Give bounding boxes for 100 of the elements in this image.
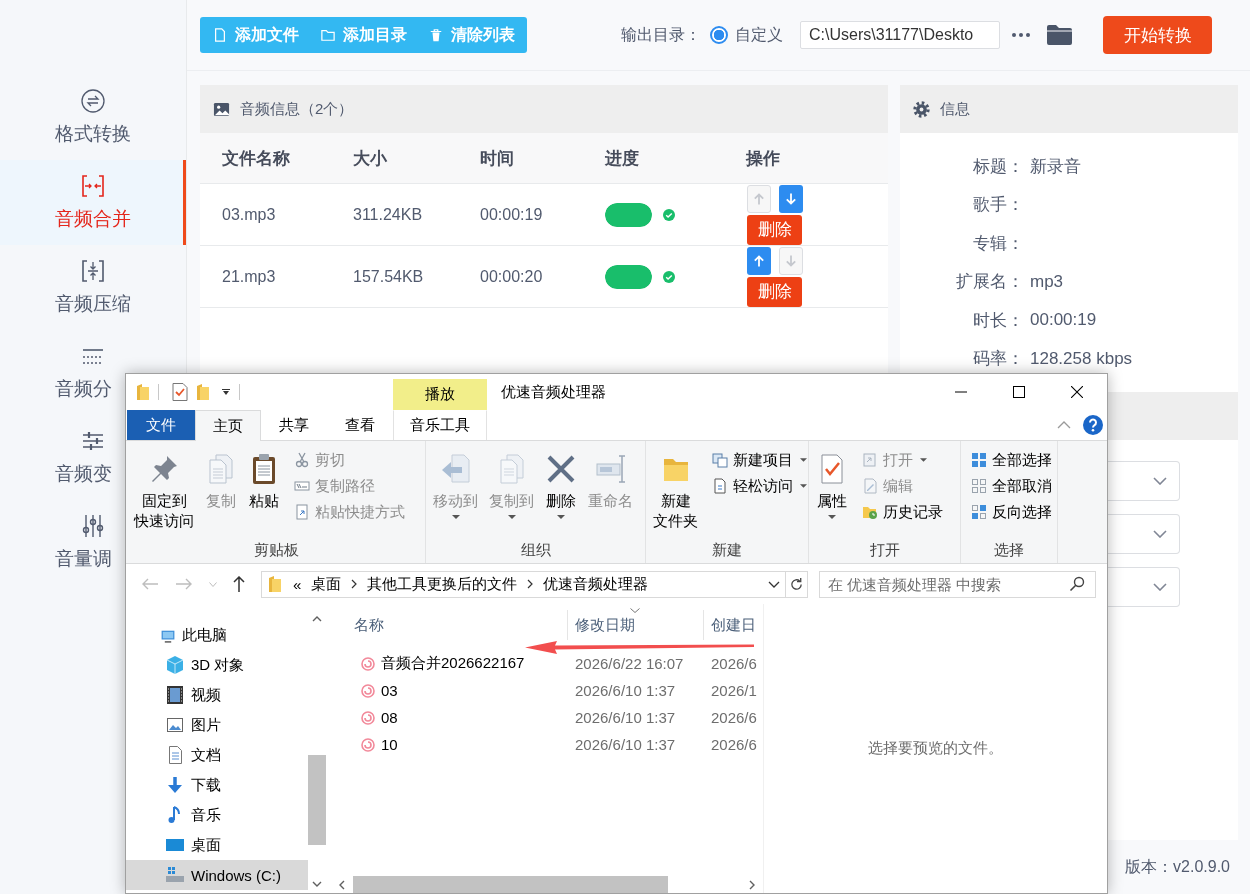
image-icon xyxy=(213,100,230,118)
tree-item[interactable]: 音乐 xyxy=(126,800,308,830)
chevron-up-icon[interactable] xyxy=(1057,421,1071,429)
shortcut-icon xyxy=(294,504,310,520)
overflow-mark[interactable]: « xyxy=(293,575,302,593)
delete-button[interactable]: 删除 xyxy=(747,214,802,245)
sidebar-item[interactable]: 音频压缩 xyxy=(55,245,131,330)
cube-icon xyxy=(165,655,185,675)
sidebar-item[interactable]: 音频变 xyxy=(55,415,112,500)
tree-item[interactable]: Windows (C:) xyxy=(126,860,308,890)
document-icon xyxy=(712,478,728,494)
tree-item[interactable]: 桌面 xyxy=(126,830,308,860)
move-up-button[interactable] xyxy=(747,246,771,275)
column-header[interactable]: 创建日 xyxy=(703,610,763,640)
horizontal-scrollbar[interactable] xyxy=(331,876,763,893)
tree-item[interactable]: 下载 xyxy=(126,770,308,800)
table-cell-text: 157.54KB xyxy=(352,267,425,286)
ribbon-button[interactable]: 轻松访问 xyxy=(710,475,809,497)
squares-icon xyxy=(712,452,728,468)
caret-down-icon[interactable] xyxy=(222,389,230,395)
path-field[interactable]: C:\Users\31177\Deskto xyxy=(800,21,1000,49)
column-header[interactable]: 修改日期 xyxy=(567,610,703,640)
ribbon-button[interactable]: 新建文件夹 xyxy=(650,449,701,531)
ribbon-tab[interactable]: 查看 xyxy=(327,410,393,440)
maximize-icon xyxy=(1013,386,1025,398)
field-value: 00:00:19 xyxy=(1030,310,1097,331)
group-label: 选择 xyxy=(993,541,1025,560)
ribbon-button[interactable]: 历史记录 xyxy=(860,501,945,523)
file-date: 2026/6 xyxy=(711,736,757,753)
path-icon xyxy=(294,478,310,494)
chevron-left-icon[interactable] xyxy=(339,879,345,890)
ribbon-button[interactable]: 全部取消 xyxy=(969,475,1054,497)
gear-icon xyxy=(913,100,930,118)
chevron-right-icon[interactable] xyxy=(749,879,755,890)
ribbon-tab[interactable]: 共享 xyxy=(261,410,327,440)
field-value: 128.258 kbps xyxy=(1030,348,1133,369)
ribbon-button[interactable]: 固定到快速访问 xyxy=(131,449,197,531)
more-icon[interactable] xyxy=(1012,33,1030,37)
output-label: 输出目录： xyxy=(621,24,701,45)
help-icon[interactable] xyxy=(1083,415,1103,435)
file-name[interactable]: 音频合并2026622167 xyxy=(381,654,525,673)
arrow-up-icon xyxy=(753,192,765,205)
ribbon-button[interactable]: 反向选择 xyxy=(969,501,1054,523)
checked-document-icon[interactable] xyxy=(172,383,188,401)
ribbon-button[interactable]: 粘贴 xyxy=(245,449,283,511)
context-tab-header: 播放 xyxy=(393,379,487,410)
field-value: mp3 xyxy=(1030,271,1064,292)
sidebar-item[interactable]: 音频分 xyxy=(55,330,112,415)
table-cell-text: 03.mp3 xyxy=(221,205,277,224)
sidebar-item[interactable]: 音频合并 xyxy=(0,160,186,245)
refresh-button[interactable] xyxy=(786,570,808,598)
group-label: 打开 xyxy=(868,541,901,560)
merge-icon xyxy=(81,174,105,198)
ribbon-tab[interactable]: 文件 xyxy=(127,410,195,440)
spiral-icon xyxy=(361,656,375,671)
delete-button[interactable]: 删除 xyxy=(747,276,802,307)
trash-icon xyxy=(429,28,443,42)
file-name[interactable]: 10 xyxy=(381,736,398,753)
chevron-right-icon[interactable] xyxy=(351,579,358,589)
file-date: 2026/1 xyxy=(711,682,757,699)
start-button[interactable]: 开始转换 xyxy=(1103,16,1212,54)
field-label: 专辑： xyxy=(972,232,1024,255)
chevron-down-icon[interactable] xyxy=(768,580,780,588)
folder-icon xyxy=(321,28,335,42)
chevron-up-icon[interactable] xyxy=(312,616,322,622)
folder-icon[interactable] xyxy=(1047,25,1072,45)
sidebar-item[interactable]: 音量调 xyxy=(55,500,112,585)
arrow-down-icon xyxy=(785,192,797,205)
chevron-right-icon[interactable] xyxy=(527,579,534,589)
scrollbar-thumb[interactable] xyxy=(308,755,326,845)
cross-icon xyxy=(545,453,577,485)
ribbon-button[interactable]: 全部选择 xyxy=(969,449,1054,471)
tree-item[interactable]: 文档 xyxy=(126,740,308,770)
file-date: 2026/6/10 1:37 xyxy=(575,682,676,699)
tree-item[interactable]: 此电脑 xyxy=(126,620,308,650)
pencil-document-icon xyxy=(862,478,878,494)
breadcrumb[interactable]: 桌面 xyxy=(311,574,342,594)
file-date: 2026/6 xyxy=(711,709,757,726)
ribbon-button[interactable]: 删除 xyxy=(542,449,580,519)
move-down-button[interactable] xyxy=(779,184,803,213)
tree-item[interactable]: 视频 xyxy=(126,680,308,710)
column-header[interactable]: 名称 xyxy=(331,610,567,640)
file-name[interactable]: 03 xyxy=(381,682,398,699)
breadcrumb[interactable]: 其他工具更换后的文件 xyxy=(367,574,518,594)
ribbon-button[interactable]: 新建项目 xyxy=(710,449,809,471)
group-label: 新建 xyxy=(711,541,743,560)
chevron-down-icon[interactable] xyxy=(312,881,322,887)
file-name[interactable]: 08 xyxy=(381,709,398,726)
address-bar[interactable]: « 桌面 其他工具更换后的文件 优速音频处理器 xyxy=(261,570,786,598)
scrollbar-thumb[interactable] xyxy=(353,876,668,893)
ribbon-tab[interactable]: 主页 xyxy=(195,410,261,441)
breadcrumb[interactable]: 优速音频处理器 xyxy=(543,574,649,594)
search-field[interactable]: 在 优速音频处理器 中搜索 xyxy=(819,570,1096,598)
tree-item[interactable]: 3D 对象 xyxy=(126,650,308,680)
folder-icon xyxy=(269,576,281,592)
tree-item[interactable]: 图片 xyxy=(126,710,308,740)
sidebar-item[interactable]: 格式转换 xyxy=(55,75,131,160)
ribbon-button[interactable]: 属性 xyxy=(813,449,851,519)
window-title: 优速音频处理器 xyxy=(501,381,606,402)
radio-option[interactable]: 自定义 xyxy=(710,24,783,46)
